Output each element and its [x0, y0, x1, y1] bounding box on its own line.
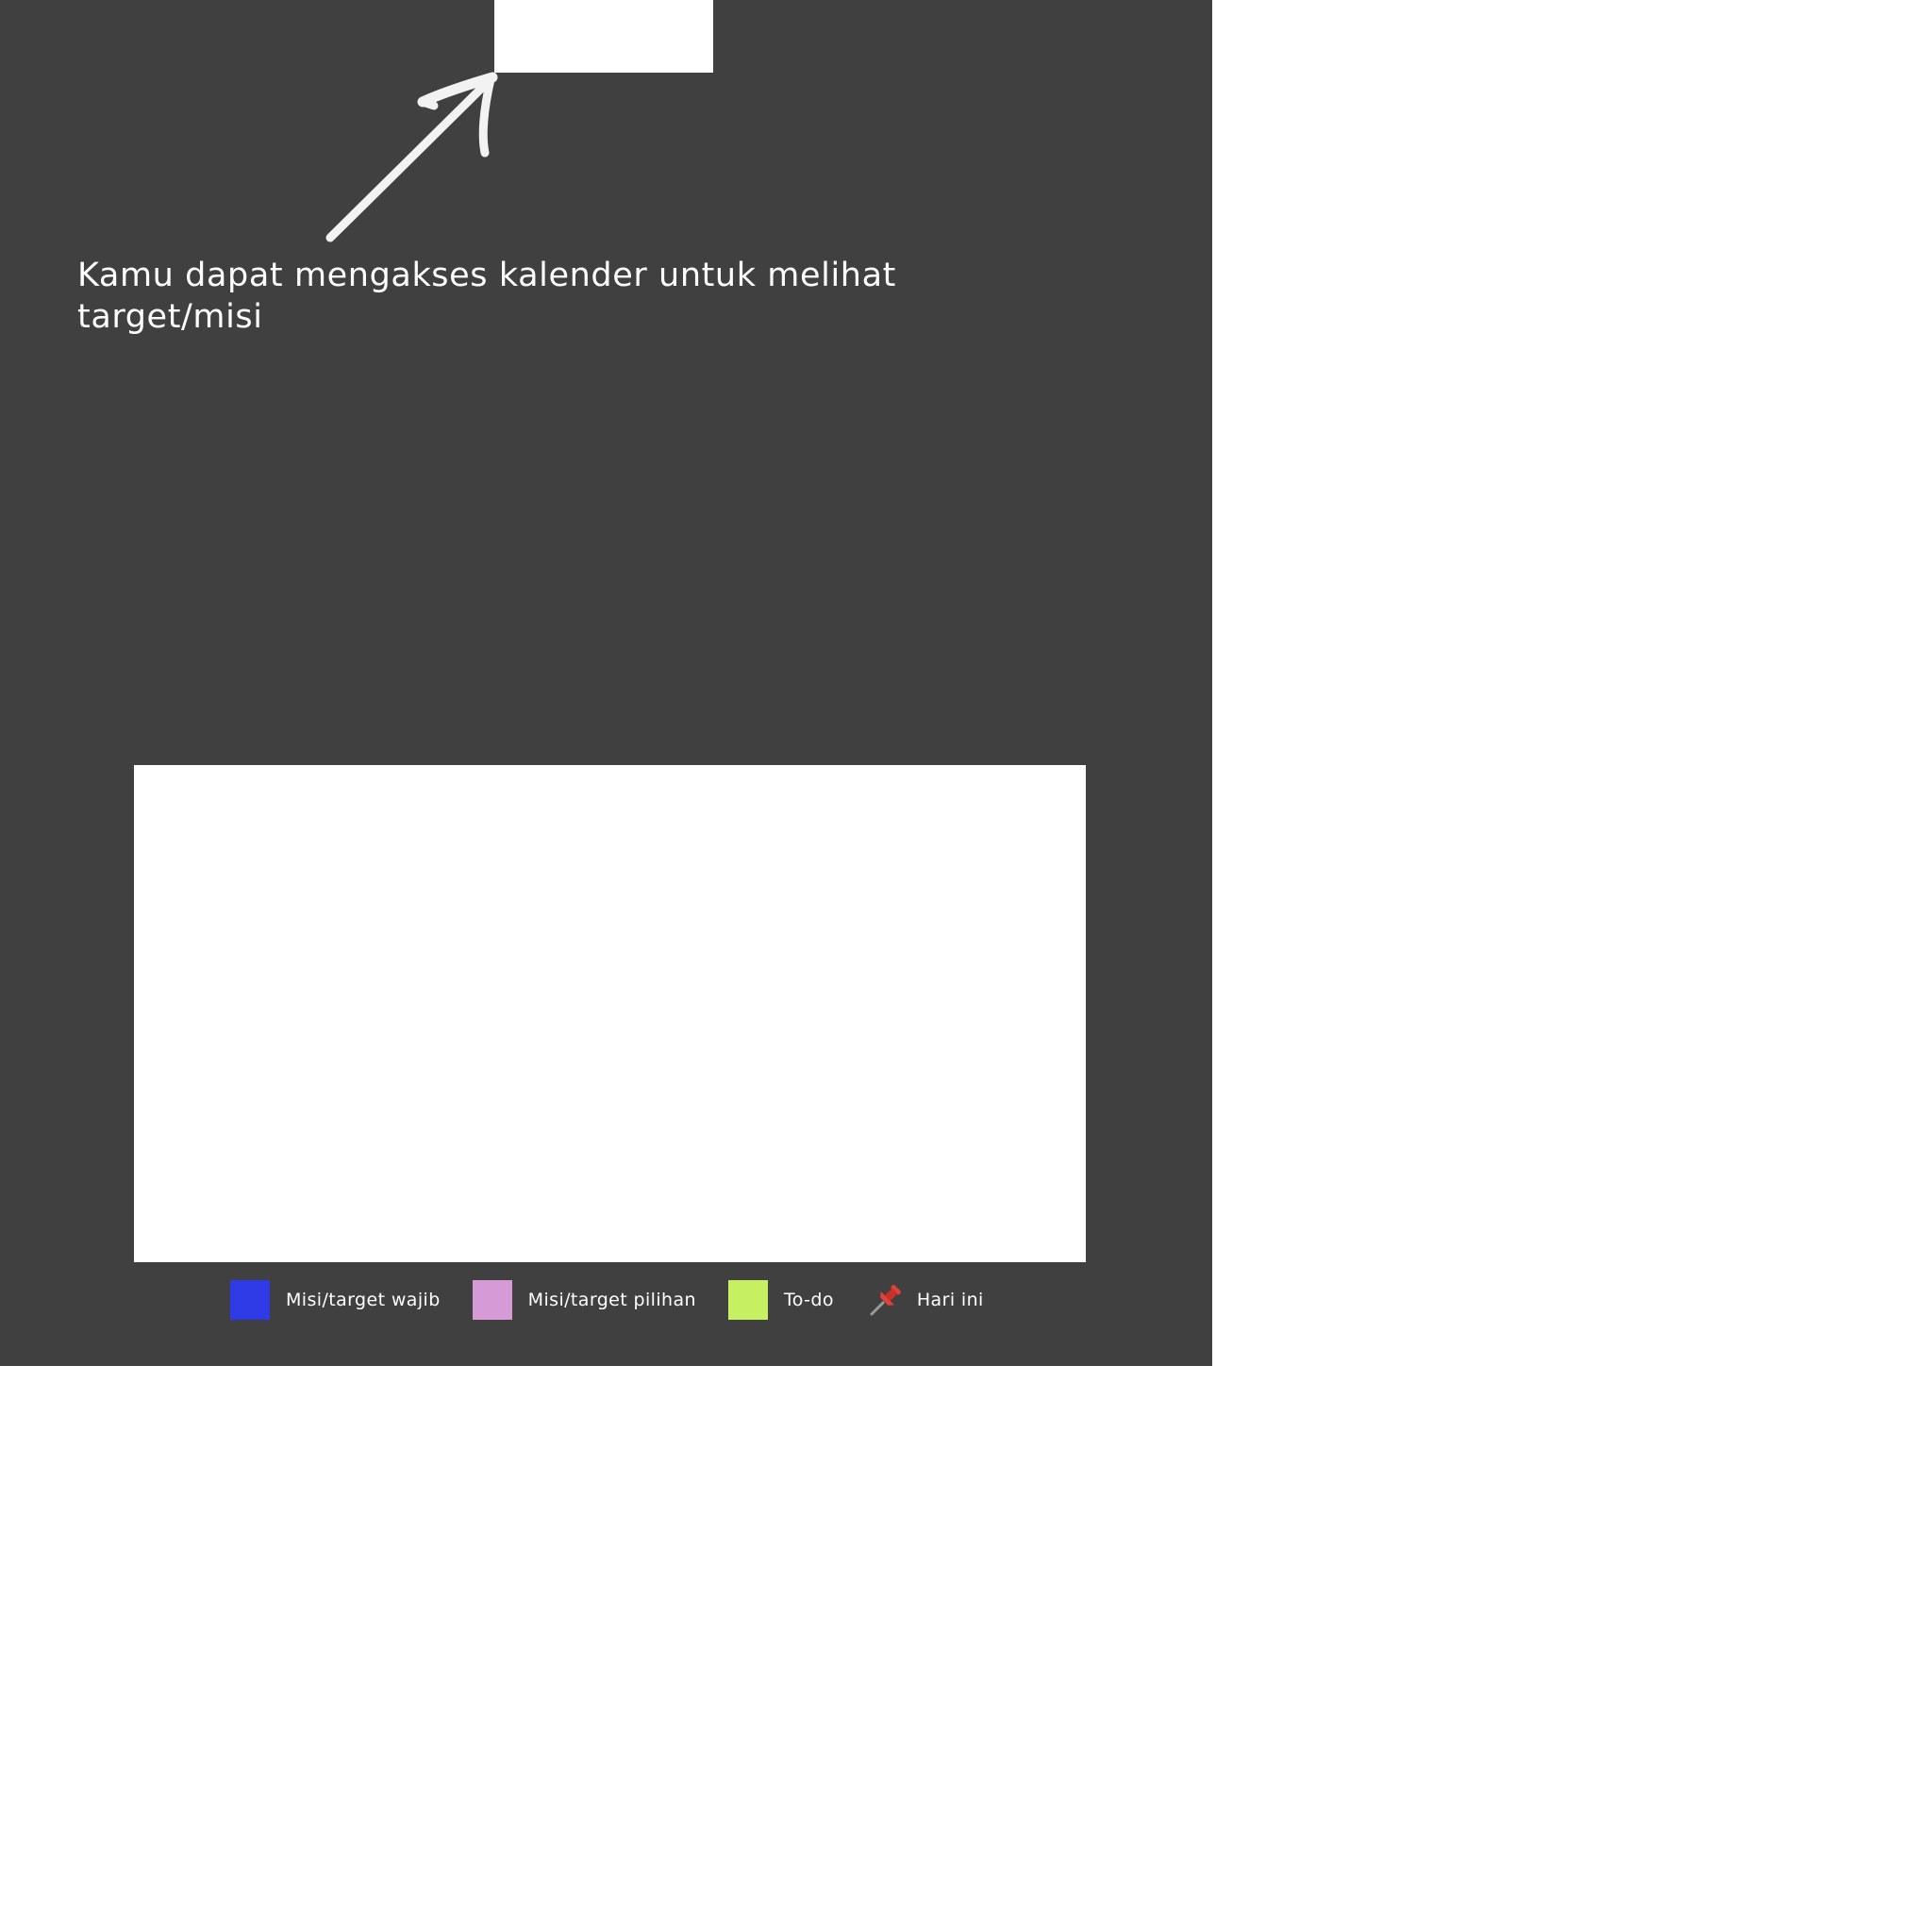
tutorial-screen: Kamu dapat mengakses kalender untuk meli…: [0, 0, 1932, 1932]
optional-color-swatch: [472, 1280, 512, 1320]
hint-text-line-1: Kamu dapat mengakses kalender untuk meli…: [77, 257, 896, 294]
calendar-legend: Misi/target wajib Misi/target pilihan To…: [230, 1279, 1016, 1321]
hint-text: Kamu dapat mengakses kalender untuk meli…: [77, 255, 926, 338]
legend-label-today: Hari ini: [916, 1290, 984, 1310]
legend-label-optional: Misi/target pilihan: [527, 1290, 696, 1310]
legend-item-optional: Misi/target pilihan: [472, 1280, 696, 1320]
legend-item-mandatory: Misi/target wajib: [230, 1280, 441, 1320]
hint-text-line-2: target/misi: [77, 298, 263, 336]
pushpin-icon: [870, 1285, 901, 1316]
legend-item-today: Hari ini: [866, 1280, 984, 1320]
todo-color-swatch: [727, 1280, 768, 1320]
mandatory-color-swatch: [230, 1280, 270, 1320]
calendar-button-highlight[interactable]: [494, 0, 713, 73]
legend-label-todo: To-do: [783, 1290, 834, 1310]
calendar-highlight-area[interactable]: [134, 765, 1086, 1262]
tutorial-overlay[interactable]: Kamu dapat mengakses kalender untuk meli…: [0, 0, 1212, 1366]
legend-label-mandatory: Misi/target wajib: [286, 1290, 441, 1310]
pointer-arrow-icon: [325, 72, 498, 242]
legend-item-todo: To-do: [727, 1280, 834, 1320]
